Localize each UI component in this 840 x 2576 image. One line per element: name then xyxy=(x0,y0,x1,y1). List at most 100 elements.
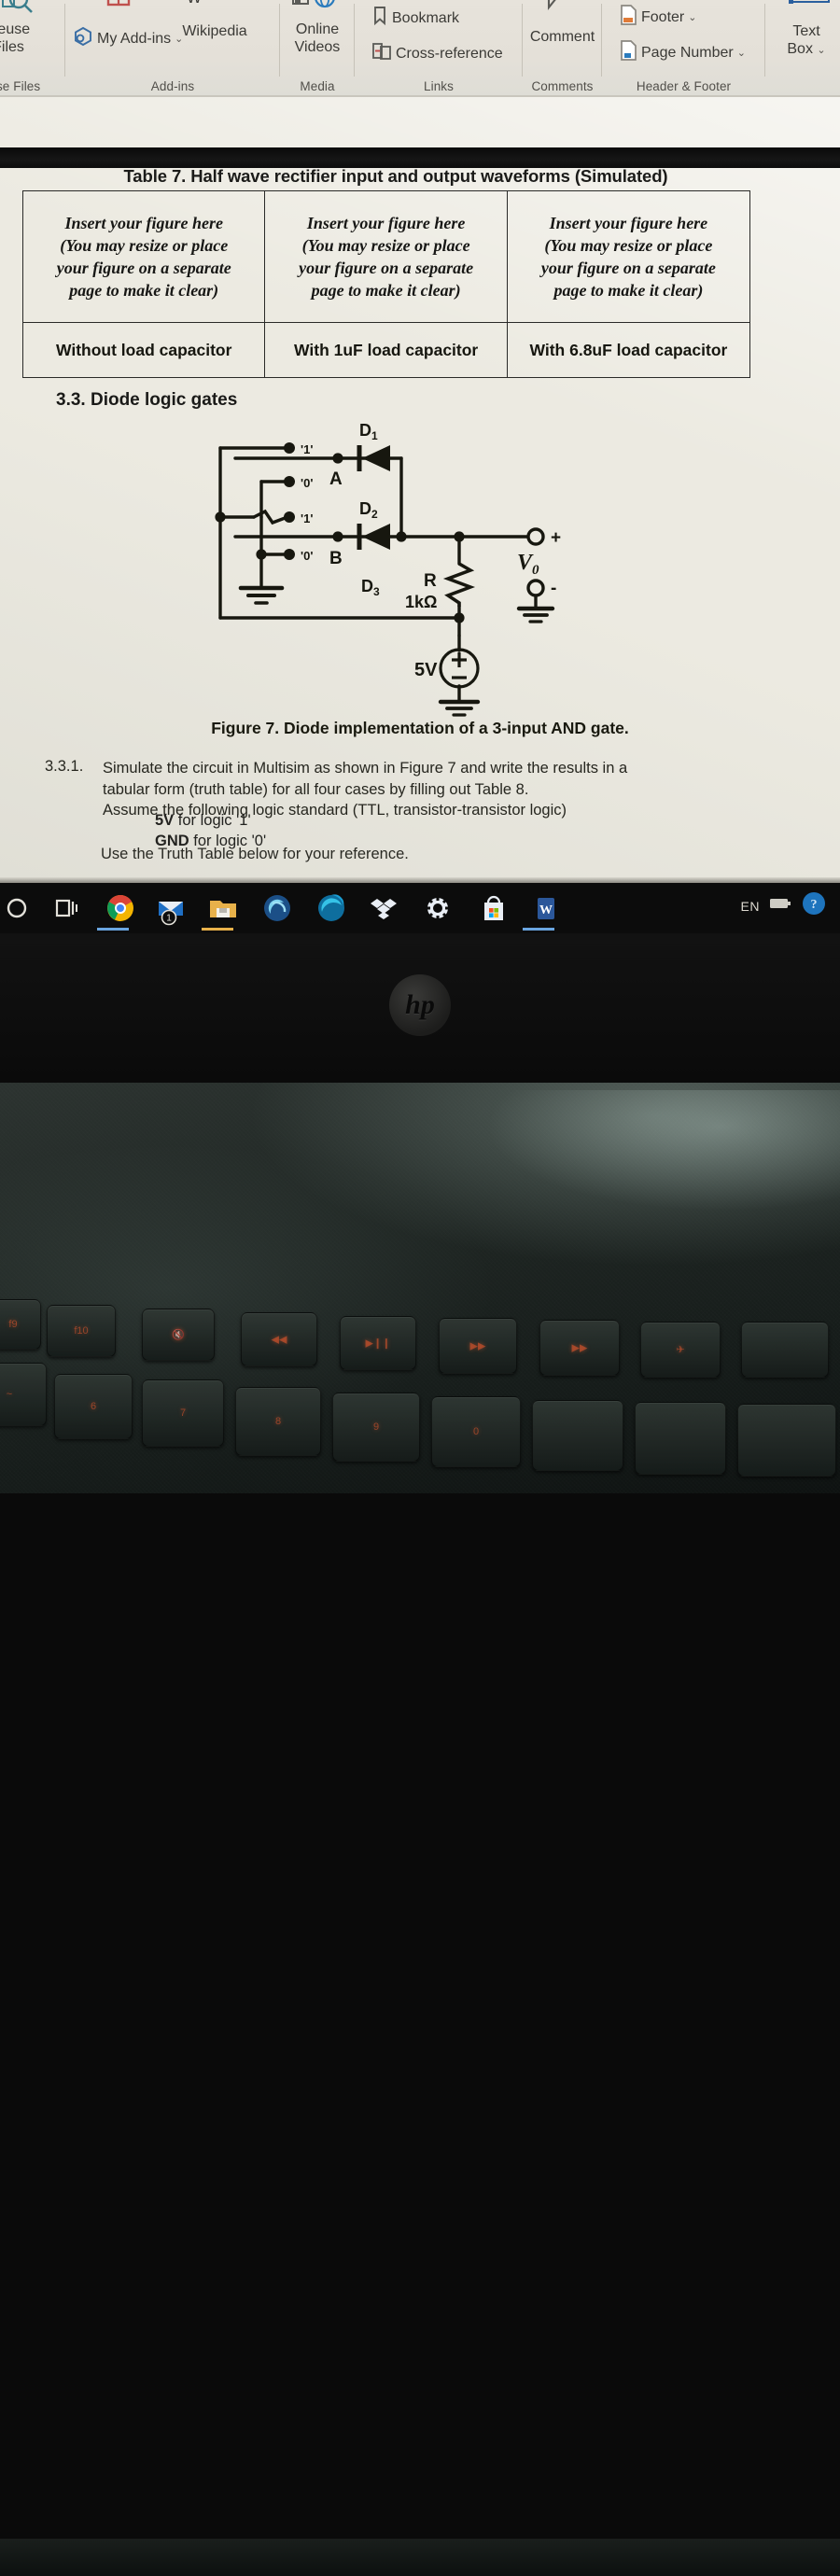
label-switch-high-2: '1' xyxy=(301,511,313,525)
keyboard-key: 9 xyxy=(332,1393,420,1462)
label-resistor-value: 1kΩ xyxy=(405,593,437,611)
keyboard-key: 7 xyxy=(142,1379,224,1447)
taskbar-icon-strip: 1 W xyxy=(0,883,616,933)
label-switch-high-1: '1' xyxy=(301,442,313,456)
table-cell-caption-2[interactable]: With 1uF load capacitor xyxy=(264,322,508,378)
comment-icon xyxy=(536,0,590,16)
keyboard-key xyxy=(737,1404,836,1477)
document-page[interactable]: Table 7. Half wave rectifier input and o… xyxy=(0,97,840,877)
chevron-down-icon[interactable]: ⌄ xyxy=(737,47,746,59)
svg-text:W: W xyxy=(539,903,553,917)
table-cell-placeholder-3[interactable]: Insert your figure here (You may resize … xyxy=(506,190,751,323)
label-source-value: 5V xyxy=(414,660,438,680)
tray-help-icon[interactable]: ? xyxy=(801,890,827,921)
ribbon-group-links: Bookmark Cross-reference Links xyxy=(355,0,523,97)
group-label-header-footer: Header & Footer xyxy=(636,79,732,93)
keyboard-key: 0 xyxy=(431,1396,521,1467)
table7-title: Table 7. Half wave rectifier input and o… xyxy=(123,166,668,186)
taskbar-settings-gear-icon[interactable] xyxy=(420,890,455,926)
table-row: Insert your figure here (You may resize … xyxy=(21,190,751,323)
svg-text:?: ? xyxy=(811,898,818,912)
taskbar-chrome-icon[interactable] xyxy=(103,890,138,926)
taskbar-search-icon[interactable] xyxy=(2,890,37,926)
ribbon-group-header-footer: Footer ⌄ Page Number ⌄ Header & Footer xyxy=(602,0,765,97)
switch-contact-low-1 xyxy=(284,476,295,487)
label-diode-d3: D3 xyxy=(361,577,380,598)
laptop-screen: Reuse Files euse Files W xyxy=(0,0,840,933)
reuse-files-button[interactable]: Reuse Files xyxy=(0,21,60,56)
taskbar-system-tray: EN ? xyxy=(741,890,827,921)
taskbar-active-indicator-explorer xyxy=(202,928,233,931)
keyboard-key: 6 xyxy=(54,1374,133,1439)
keyboard-key: f10 xyxy=(47,1305,116,1357)
group-label-comments: Comments xyxy=(531,79,594,93)
my-addins-icon xyxy=(73,26,93,51)
label-switch-low-2: '0' xyxy=(301,549,313,563)
group-label-media: Media xyxy=(300,79,335,93)
truth-table-reference-line: Use the Truth Table below for your refer… xyxy=(101,846,409,862)
laptop-palmrest xyxy=(0,2539,840,2576)
taskbar-task-view-icon[interactable] xyxy=(49,890,84,926)
keyboard-key: 🔇 xyxy=(142,1309,215,1361)
taskbar-word-icon[interactable]: W xyxy=(528,890,564,926)
laptop-keyboard-deck: f9 f10 🔇 ◀◀ ▶❙❙ ▶▶ ▶▶ ✈ ~ 6 7 8 9 0 xyxy=(0,1083,840,2576)
table-cell-caption-1[interactable]: Without load capacitor xyxy=(21,322,266,378)
label-input-b: B xyxy=(329,549,343,568)
svg-text:1: 1 xyxy=(166,914,172,924)
wikipedia-button[interactable]: Wikipedia xyxy=(159,22,271,40)
cross-reference-button[interactable]: Cross-reference xyxy=(371,41,503,66)
taskbar-active-indicator-word xyxy=(523,928,554,931)
paragraph-3-3-1[interactable]: 3.3.1. Simulate the circuit in Multisim … xyxy=(45,758,765,821)
table-cell-caption-3[interactable]: With 6.8uF load capacitor xyxy=(506,322,751,378)
cross-reference-icon xyxy=(371,41,392,66)
hp-logo: hp xyxy=(389,974,451,1036)
bookmark-icon xyxy=(371,6,388,31)
tray-battery-icon[interactable] xyxy=(769,896,791,916)
footer-button[interactable]: Footer ⌄ xyxy=(619,4,696,31)
table-cell-placeholder-1[interactable]: Insert your figure here (You may resize … xyxy=(21,190,266,323)
switch-contact-high-1 xyxy=(284,442,295,454)
page-number-button[interactable]: Page Number ⌄ xyxy=(619,39,746,66)
figure7-caption: Figure 7. Diode implementation of a 3-in… xyxy=(211,719,629,737)
language-indicator[interactable]: EN xyxy=(741,899,760,914)
table7[interactable]: Insert your figure here (You may resize … xyxy=(21,190,751,378)
taskbar-dropbox-icon[interactable] xyxy=(366,890,401,926)
ribbon-group-comments: Comment Comments xyxy=(523,0,602,97)
keyboard-key: ~ xyxy=(0,1363,47,1426)
diode-d2 xyxy=(357,524,390,550)
online-videos-button[interactable]: Online Videos xyxy=(280,21,355,56)
bookmark-label: Bookmark xyxy=(392,9,460,26)
ribbon-group-text: A Text Box ⌄ xyxy=(771,0,840,97)
keyboard-key xyxy=(635,1402,726,1475)
taskbar-edge-icon[interactable] xyxy=(314,890,349,926)
label-input-a: A xyxy=(329,469,343,489)
label-output-minus: - xyxy=(551,579,556,598)
label-diode-d1: D1 xyxy=(359,421,378,442)
chevron-down-icon[interactable]: ⌄ xyxy=(688,11,696,23)
text-box-icon: A xyxy=(786,0,834,14)
group-label-links: Links xyxy=(423,79,454,93)
taskbar-microsoft-store-icon[interactable] xyxy=(476,890,511,926)
comment-button[interactable]: Comment xyxy=(523,28,602,46)
diode-d1 xyxy=(357,445,390,471)
resistor-r1 xyxy=(442,562,476,607)
page-number-icon xyxy=(619,39,637,66)
output-terminal-positive xyxy=(526,527,545,546)
logic-1-text: for logic '1' xyxy=(174,812,251,829)
ribbon-group-add-ins: W My Add-ins ⌄ Wikipedia Add-ins xyxy=(65,0,280,97)
keyboard-key: f9 xyxy=(0,1299,41,1350)
task-line-2: tabular form (truth table) for all four … xyxy=(103,780,529,798)
taskbar-mail-icon[interactable]: 1 xyxy=(153,890,189,926)
taskbar-edge-dev-icon[interactable] xyxy=(259,890,295,926)
table-cell-placeholder-2[interactable]: Insert your figure here (You may resize … xyxy=(264,190,508,323)
text-box-button[interactable]: Text Box ⌄ xyxy=(771,22,840,60)
keyboard-key: ▶▶ xyxy=(439,1318,517,1374)
keyboard-key: ✈ xyxy=(640,1322,721,1378)
taskbar-active-indicator-chrome xyxy=(97,928,129,931)
group-label-add-ins: Add-ins xyxy=(150,79,195,93)
bookmark-button[interactable]: Bookmark xyxy=(371,6,459,31)
chevron-down-icon[interactable]: ⌄ xyxy=(817,45,825,56)
cross-reference-label: Cross-reference xyxy=(396,45,503,62)
taskbar-file-explorer-icon[interactable] xyxy=(205,890,241,926)
windows-taskbar[interactable]: 1 W EN ? xyxy=(0,877,840,933)
